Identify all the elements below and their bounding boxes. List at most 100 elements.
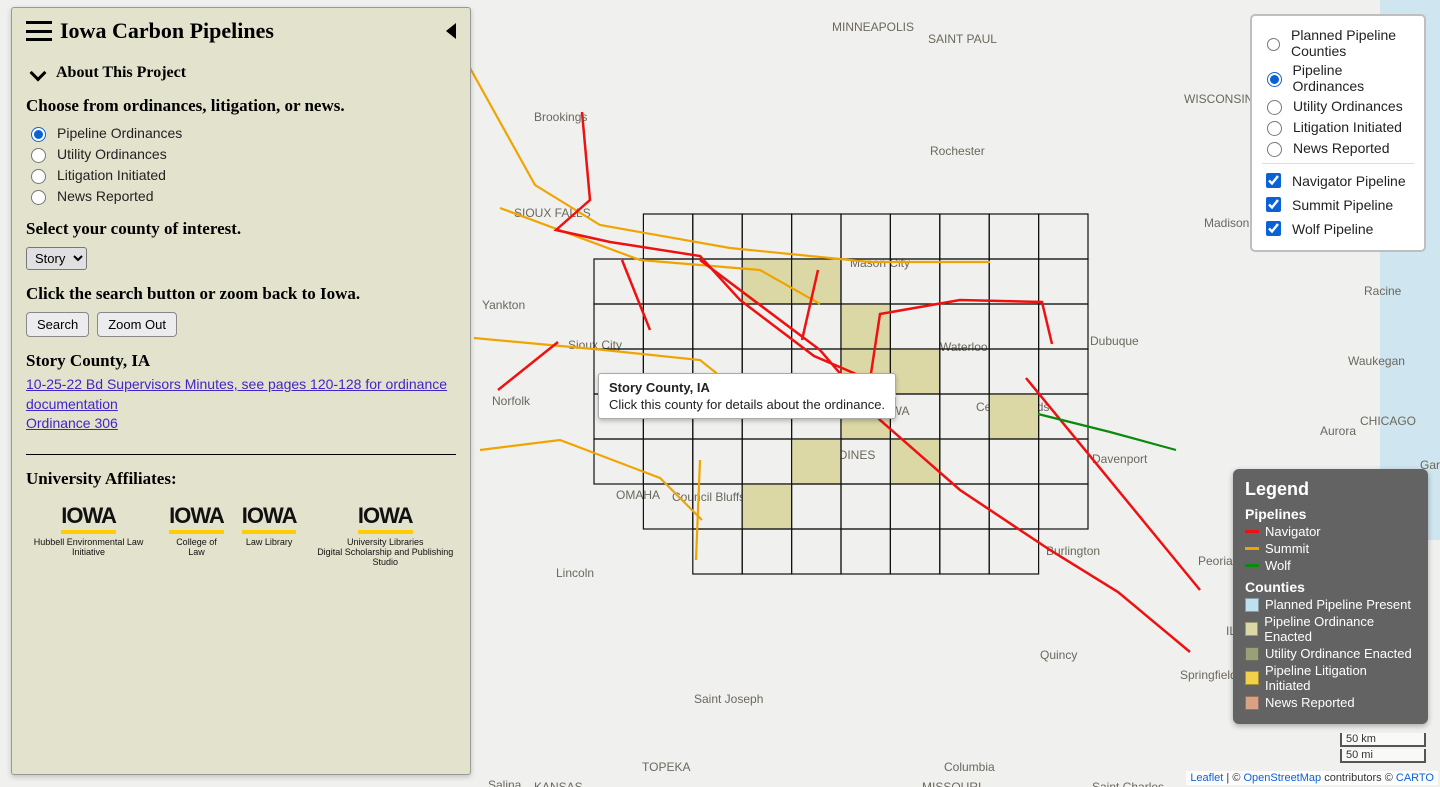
legend-pipe-summit: Summit bbox=[1245, 541, 1416, 556]
radio-input-news[interactable] bbox=[31, 190, 46, 205]
iowa-logo: IOWA bbox=[169, 503, 224, 534]
radio-input-utility_ord[interactable] bbox=[31, 148, 46, 163]
ordinance-link-0[interactable]: 10-25-22 Bd Supervisors Minutes, see pag… bbox=[26, 375, 456, 414]
county-select[interactable]: Story bbox=[26, 247, 87, 270]
city-label: OMAHA bbox=[616, 488, 660, 502]
city-label: CHICAGO bbox=[1360, 414, 1416, 428]
leaflet-link[interactable]: Leaflet bbox=[1190, 772, 1223, 784]
legend-pipe-wolf: Wolf bbox=[1245, 558, 1416, 573]
choose-label: Choose from ordinances, litigation, or n… bbox=[26, 96, 456, 116]
chevron-down-icon bbox=[30, 65, 47, 82]
affiliate-3[interactable]: IOWAUniversity LibrariesDigital Scholars… bbox=[314, 503, 456, 568]
scale-mi: 50 mi bbox=[1340, 749, 1426, 763]
app-title: Iowa Carbon Pipelines bbox=[60, 18, 446, 44]
city-label: SAINT PAUL bbox=[928, 32, 997, 46]
legend-county: News Reported bbox=[1245, 695, 1416, 710]
city-label: Peoria bbox=[1198, 554, 1233, 568]
layer-radio-news[interactable]: News Reported bbox=[1262, 139, 1414, 157]
legend-pipe-navigator: Navigator bbox=[1245, 524, 1416, 539]
city-label: Sioux City bbox=[568, 338, 622, 352]
city-label: Salina bbox=[488, 778, 521, 787]
layer-divider bbox=[1262, 163, 1414, 164]
tooltip-title: Story County, IA bbox=[609, 380, 885, 395]
city-label: KANSAS bbox=[534, 780, 583, 787]
radio-pipeline_ord[interactable]: Pipeline Ordinances bbox=[26, 124, 456, 142]
layer-radio-planned[interactable]: Planned Pipeline Counties bbox=[1262, 27, 1414, 59]
city-label: Yankton bbox=[482, 298, 525, 312]
affiliate-1[interactable]: IOWACollege of Law bbox=[169, 503, 224, 568]
city-label: Council Bluffs bbox=[672, 490, 745, 504]
city-label: Mason City bbox=[850, 256, 910, 270]
radio-input-pipeline_ord[interactable] bbox=[31, 127, 46, 142]
legend-pipelines-title: Pipelines bbox=[1245, 506, 1416, 522]
about-label: About This Project bbox=[56, 64, 186, 82]
sidebar-panel: Iowa Carbon Pipelines About This Project… bbox=[11, 7, 471, 775]
scale-km: 50 km bbox=[1340, 733, 1426, 747]
city-label: Norfolk bbox=[492, 394, 530, 408]
radio-litigation[interactable]: Litigation Initiated bbox=[26, 166, 456, 184]
legend-county: Pipeline Ordinance Enacted bbox=[1245, 614, 1416, 644]
layer-check-summit[interactable]: Summit Pipeline bbox=[1262, 194, 1414, 215]
legend-county: Pipeline Litigation Initiated bbox=[1245, 663, 1416, 693]
city-label: Saint Charles bbox=[1092, 780, 1164, 787]
radio-input-litigation[interactable] bbox=[31, 169, 46, 184]
collapse-icon[interactable] bbox=[446, 23, 456, 39]
city-label: SIOUX FALLS bbox=[514, 206, 591, 220]
ordinance-link-1[interactable]: Ordinance 306 bbox=[26, 414, 456, 434]
city-label: Dubuque bbox=[1090, 334, 1139, 348]
county-select-label: Select your county of interest. bbox=[26, 219, 456, 239]
search-button[interactable]: Search bbox=[26, 312, 89, 337]
radio-utility_ord[interactable]: Utility Ordinances bbox=[26, 145, 456, 163]
carto-link[interactable]: CARTO bbox=[1396, 772, 1434, 784]
city-label: Lincoln bbox=[556, 566, 594, 580]
osm-link[interactable]: OpenStreetMap bbox=[1243, 772, 1321, 784]
county-tooltip: Story County, IA Click this county for d… bbox=[598, 373, 896, 419]
scale-bar: 50 km 50 mi bbox=[1340, 733, 1426, 765]
city-label: WISCONSIN bbox=[1184, 92, 1253, 106]
affiliate-2[interactable]: IOWALaw Library bbox=[242, 503, 297, 568]
layer-check-wolf[interactable]: Wolf Pipeline bbox=[1262, 218, 1414, 239]
legend-title: Legend bbox=[1245, 479, 1416, 500]
city-label: TOPEKA bbox=[642, 760, 690, 774]
layer-check-navigator[interactable]: Navigator Pipeline bbox=[1262, 170, 1414, 191]
layer-radio-litigation[interactable]: Litigation Initiated bbox=[1262, 118, 1414, 136]
divider bbox=[26, 454, 456, 455]
city-label: MINNEAPOLIS bbox=[832, 20, 914, 34]
layer-radio-utility_ord[interactable]: Utility Ordinances bbox=[1262, 97, 1414, 115]
iowa-logo: IOWA bbox=[242, 503, 297, 534]
city-label: Quincy bbox=[1040, 648, 1077, 662]
city-label: Waterloo bbox=[940, 340, 988, 354]
menu-icon[interactable] bbox=[26, 21, 52, 41]
tooltip-body: Click this county for details about the … bbox=[609, 397, 885, 412]
city-label: Columbia bbox=[944, 760, 995, 774]
city-label: Springfield bbox=[1180, 668, 1237, 682]
zoom-out-button[interactable]: Zoom Out bbox=[97, 312, 177, 337]
city-label: Racine bbox=[1364, 284, 1401, 298]
iowa-logo: IOWA bbox=[61, 503, 116, 534]
city-label: Aurora bbox=[1320, 424, 1356, 438]
layer-radio-pipeline_ord[interactable]: Pipeline Ordinances bbox=[1262, 62, 1414, 94]
iowa-logo: IOWA bbox=[358, 503, 413, 534]
city-label: Davenport bbox=[1092, 452, 1147, 466]
legend-counties-title: Counties bbox=[1245, 579, 1416, 595]
affiliate-0[interactable]: IOWAHubbell Environmental Law Initiative bbox=[26, 503, 151, 568]
selected-county-heading: Story County, IA bbox=[26, 351, 456, 371]
city-label: Brookings bbox=[534, 110, 587, 124]
attribution: Leaflet | © OpenStreetMap contributors ©… bbox=[1186, 771, 1438, 785]
radio-news[interactable]: News Reported bbox=[26, 187, 456, 205]
city-label: Madison bbox=[1204, 216, 1249, 230]
city-label: Rochester bbox=[930, 144, 985, 158]
city-label: Burlington bbox=[1046, 544, 1100, 558]
city-label: Cedar Rapids bbox=[976, 400, 1049, 414]
legend-county: Utility Ordinance Enacted bbox=[1245, 646, 1416, 661]
city-label: Waukegan bbox=[1348, 354, 1405, 368]
city-label: MISSOURI bbox=[922, 780, 981, 787]
affiliates-label: University Affiliates: bbox=[26, 469, 456, 489]
layer-control: Planned Pipeline CountiesPipeline Ordina… bbox=[1250, 14, 1426, 252]
about-section-toggle[interactable]: About This Project bbox=[26, 64, 456, 82]
legend-panel: Legend Pipelines Navigator Summit Wolf Cou… bbox=[1233, 469, 1428, 724]
legend-county: Planned Pipeline Present bbox=[1245, 597, 1416, 612]
city-label: DES MOINES bbox=[800, 448, 875, 462]
city-label: Saint Joseph bbox=[694, 692, 763, 706]
search-instruction: Click the search button or zoom back to … bbox=[26, 284, 456, 304]
